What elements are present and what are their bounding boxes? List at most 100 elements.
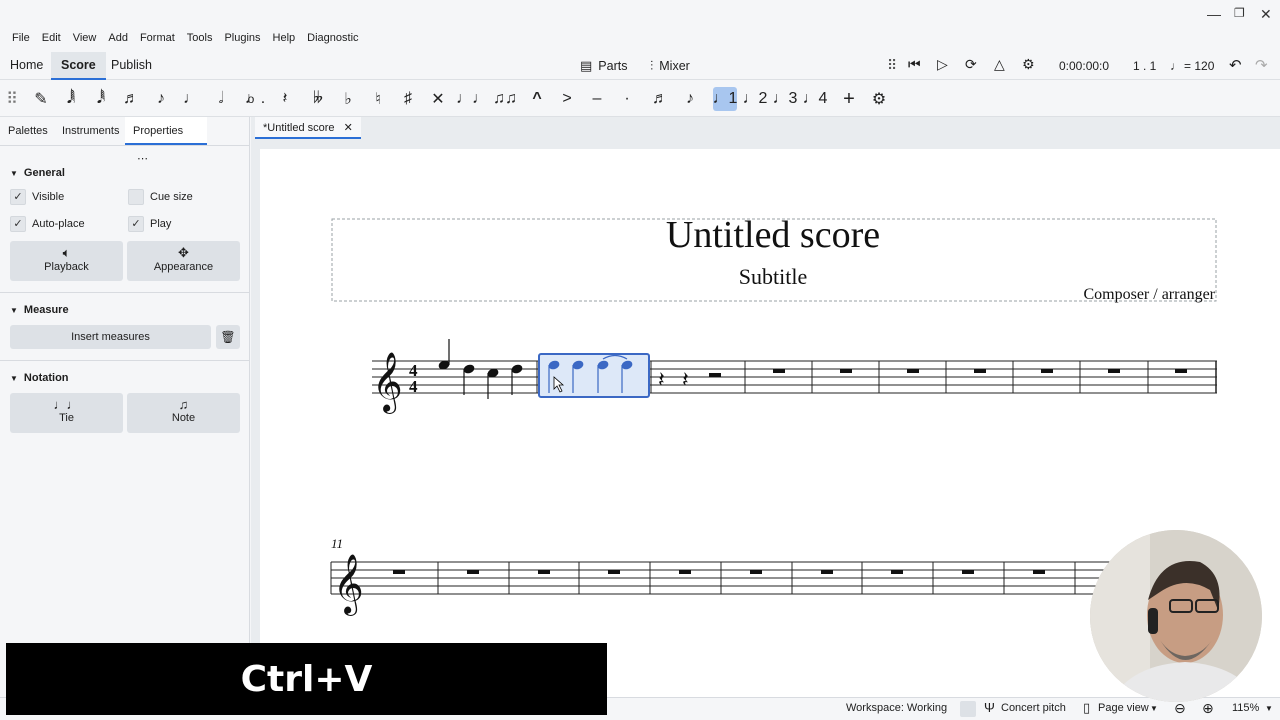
voice-2-icon[interactable]: ♩2 bbox=[743, 87, 768, 111]
loop-icon[interactable]: ⟳ bbox=[965, 56, 977, 73]
visible-checkbox[interactable]: ✓ bbox=[10, 189, 26, 205]
notation-section-header[interactable]: ▼ Notation bbox=[10, 372, 69, 384]
rewind-icon[interactable]: ⏮ bbox=[908, 56, 921, 73]
general-section-header[interactable]: ▼ General bbox=[10, 167, 65, 179]
drag-handle-icon[interactable]: ⠿ bbox=[887, 57, 897, 74]
document-tab[interactable]: *Untitled score ✕ bbox=[255, 117, 361, 139]
restore-icon[interactable]: ❐ bbox=[1234, 6, 1245, 20]
panel-divider bbox=[0, 145, 250, 146]
double-sharp-icon[interactable]: ✕ bbox=[426, 87, 450, 111]
flat-icon[interactable]: ♭ bbox=[336, 87, 360, 111]
menu-diagnostic[interactable]: Diagnostic bbox=[301, 32, 364, 44]
tab-home[interactable]: Home bbox=[0, 52, 53, 80]
sixty-fourth-note-icon[interactable]: 𝅘𝅥𝅲 bbox=[59, 87, 83, 111]
parts-button[interactable]: ▤ Parts bbox=[580, 58, 627, 74]
collapse-arrow-icon: ▼ bbox=[10, 374, 18, 383]
score-title[interactable]: Untitled score bbox=[666, 214, 880, 256]
score-subtitle[interactable]: Subtitle bbox=[739, 264, 807, 289]
menu-view[interactable]: View bbox=[67, 32, 103, 44]
voice-1-icon[interactable]: ♩1 bbox=[713, 87, 737, 111]
auto-place-checkbox[interactable]: ✓ bbox=[10, 216, 26, 232]
tie-icon[interactable]: ♩♩ bbox=[456, 87, 488, 111]
menu-edit[interactable]: Edit bbox=[36, 32, 67, 44]
workspace-selector[interactable]: Workspace: Working bbox=[846, 702, 947, 714]
tie-button[interactable]: ♩♩ Tie bbox=[10, 393, 123, 433]
flip-direction-icon[interactable]: ♪ bbox=[678, 87, 702, 111]
close-window-icon[interactable]: ✕ bbox=[1260, 6, 1272, 23]
menu-help[interactable]: Help bbox=[267, 32, 302, 44]
close-tab-icon[interactable]: ✕ bbox=[344, 122, 353, 134]
toolbar-settings-icon[interactable]: ⚙ bbox=[867, 87, 891, 111]
slur-icon[interactable]: ♫♫ bbox=[490, 87, 520, 111]
undo-icon[interactable]: ↶ bbox=[1229, 56, 1242, 74]
minimize-icon[interactable]: — bbox=[1207, 6, 1221, 22]
metronome-icon[interactable]: △ bbox=[994, 56, 1005, 73]
menu-tools[interactable]: Tools bbox=[181, 32, 219, 44]
play-icon[interactable]: ▷ bbox=[937, 56, 948, 73]
chevron-down-icon[interactable]: ▼ bbox=[1150, 704, 1158, 713]
add-icon[interactable]: + bbox=[837, 87, 861, 111]
page-view-selector[interactable]: Page view bbox=[1098, 702, 1149, 714]
note-button[interactable]: ♫ Note bbox=[127, 393, 240, 433]
menu-file[interactable]: File bbox=[6, 32, 36, 44]
menu-format[interactable]: Format bbox=[134, 32, 181, 44]
tab-palettes[interactable]: Palettes bbox=[0, 117, 56, 145]
zoom-in-icon[interactable]: ⊕ bbox=[1202, 700, 1214, 717]
chevron-down-icon[interactable]: ▼ bbox=[1265, 704, 1273, 713]
appearance-button[interactable]: ✥ Appearance bbox=[127, 241, 240, 281]
zoom-level[interactable]: 115% bbox=[1232, 702, 1259, 714]
score-composer[interactable]: Composer / arranger bbox=[1083, 286, 1215, 303]
half-rest[interactable] bbox=[709, 373, 721, 377]
play-checkbox[interactable]: ✓ bbox=[128, 216, 144, 232]
staff-system-2[interactable] bbox=[330, 561, 1120, 595]
quarter-note-duration-icon[interactable]: ♩ bbox=[179, 87, 203, 111]
cue-size-checkbox[interactable] bbox=[128, 189, 144, 205]
insert-measures-button[interactable]: Insert measures bbox=[10, 325, 211, 349]
tab-score[interactable]: Score bbox=[51, 52, 106, 80]
tab-properties[interactable]: Properties ⋯ bbox=[125, 117, 207, 165]
quarter-rest-icon[interactable]: 𝄽 bbox=[658, 368, 665, 393]
quarter-rest-icon[interactable]: 𝄽 bbox=[682, 368, 689, 393]
concert-pitch-checkbox[interactable] bbox=[960, 701, 976, 717]
playback-time: 0:00:00:0 bbox=[1059, 59, 1110, 73]
redo-icon[interactable]: ↷ bbox=[1255, 56, 1268, 74]
tab-publish[interactable]: Publish bbox=[101, 52, 162, 80]
panel-divider bbox=[0, 292, 250, 293]
menu-add[interactable]: Add bbox=[102, 32, 134, 44]
sharp-icon[interactable]: ♯ bbox=[396, 87, 420, 111]
toolbar-drag-icon[interactable]: ⠿ bbox=[0, 87, 24, 111]
sixteenth-note-icon[interactable]: ♬ bbox=[119, 87, 143, 111]
playback-settings-icon[interactable]: ⚙ bbox=[1022, 56, 1035, 73]
eighth-note-icon[interactable]: ♪ bbox=[149, 87, 173, 111]
measure-section-header[interactable]: ▼ Measure bbox=[10, 304, 69, 316]
augmentation-dot-icon[interactable]: ♩. bbox=[243, 87, 267, 111]
thirty-second-note-icon[interactable]: 𝅘𝅥𝅱 bbox=[89, 87, 113, 111]
cue-size-label: Cue size bbox=[150, 191, 193, 203]
double-flat-icon[interactable]: 𝄫 bbox=[306, 87, 330, 111]
note-input-pen-icon[interactable]: ✎ bbox=[29, 87, 53, 111]
tenuto-icon[interactable]: – bbox=[585, 87, 609, 111]
marcato-icon[interactable]: ^ bbox=[525, 87, 549, 111]
menu-plugins[interactable]: Plugins bbox=[218, 32, 266, 44]
rest-icon[interactable]: 𝄽 bbox=[273, 87, 297, 111]
more-options-icon[interactable]: ⋯ bbox=[137, 153, 148, 165]
staff-system-1[interactable] bbox=[372, 360, 1217, 394]
mixer-button[interactable]: ⫶ Mixer bbox=[650, 58, 690, 74]
playback-button[interactable]: 🔈︎ Playback bbox=[10, 241, 123, 281]
selection-box[interactable] bbox=[538, 353, 650, 398]
staccato-icon[interactable]: · bbox=[615, 87, 639, 111]
tuplet-icon[interactable]: ♬ bbox=[648, 87, 672, 111]
tab-instruments[interactable]: Instruments bbox=[54, 117, 127, 145]
keystroke-overlay: Ctrl+V bbox=[6, 643, 607, 715]
play-label: Play bbox=[150, 218, 172, 230]
voice-4-icon[interactable]: ♩4 bbox=[803, 87, 828, 111]
presenter-image bbox=[1090, 530, 1262, 702]
time-signature-bottom: 4 bbox=[409, 377, 418, 396]
half-note-icon[interactable]: 𝅗𝅥 bbox=[209, 87, 233, 111]
natural-icon[interactable]: ♮ bbox=[366, 87, 390, 111]
zoom-out-icon[interactable]: ⊖ bbox=[1174, 700, 1186, 717]
accent-icon[interactable]: > bbox=[555, 87, 579, 111]
voice-3-icon[interactable]: ♩3 bbox=[773, 87, 798, 111]
delete-measures-icon[interactable]: 🗑︎ bbox=[216, 325, 240, 349]
tie-notes-icon: ♩♩ bbox=[53, 397, 80, 412]
